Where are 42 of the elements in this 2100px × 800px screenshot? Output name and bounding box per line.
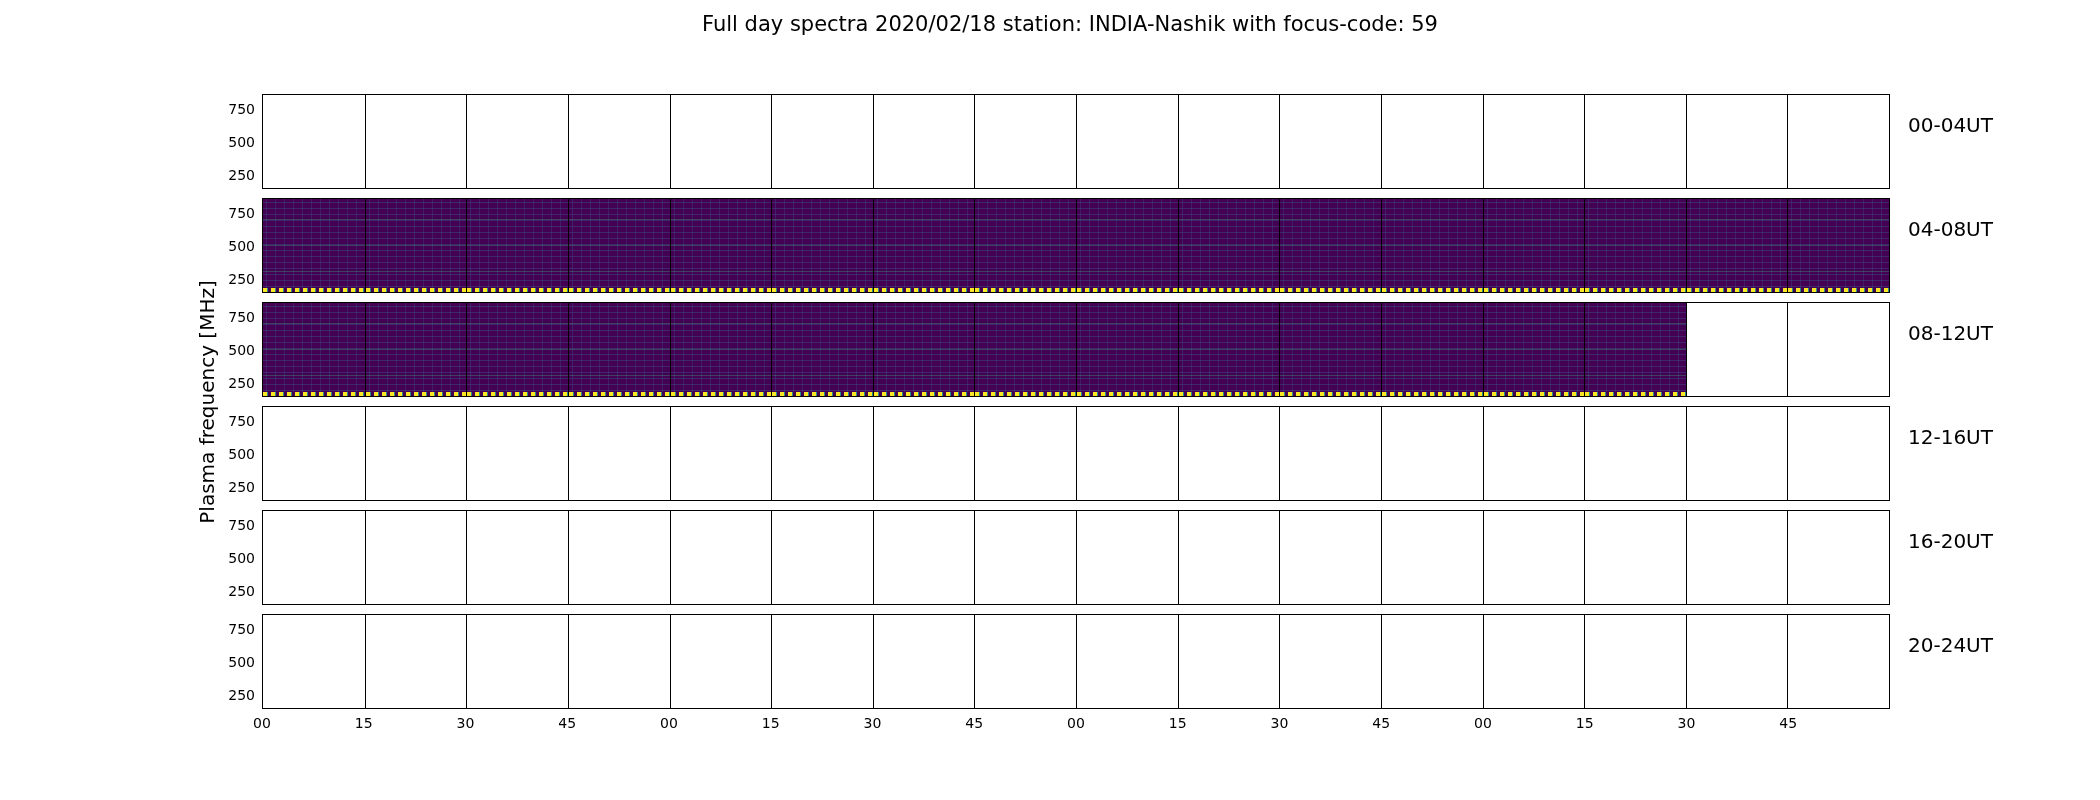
y-tick-label: 500 [228,238,256,255]
y-tick-label: 500 [228,550,256,567]
row-time-label: 00-04UT [1907,112,1993,139]
y-tick-label: 500 [228,342,256,359]
x-tick-label: 45 [558,715,577,732]
x-tick-label: 30 [456,715,475,732]
x-tick-label: 15 [354,715,373,732]
x-tick-label: 15 [1168,715,1187,732]
row-time-label: 20-24UT [1907,632,1993,659]
y-tick-label: 500 [228,134,256,151]
y-tick-label: 250 [228,479,256,496]
x-tick-label: 30 [1270,715,1289,732]
y-tick-label: 750 [228,309,256,326]
x-tick-label: 30 [1677,715,1696,732]
y-tick-label: 750 [228,517,256,534]
x-tick-label: 00 [1067,715,1085,732]
row-time-label: 04-08UT [1907,216,1993,243]
y-tick-label: 750 [228,413,256,430]
x-tick-label: 45 [1779,715,1798,732]
figure-title: Full day spectra 2020/02/18 station: INDIA-Nashik with focus-code: 59 [702,12,1438,36]
y-tick-label: 250 [228,167,256,184]
x-tick-label: 45 [965,715,984,732]
x-tick-label: 00 [253,715,271,732]
y-tick-label: 750 [228,101,256,118]
y-axis-label: Plasma frequency [MHz] [195,279,219,524]
y-tick-label: 750 [228,205,256,222]
x-tick-label: 00 [660,715,678,732]
y-tick-label: 250 [228,687,256,704]
y-tick-label: 500 [228,446,256,463]
row-time-label: 16-20UT [1907,528,1993,555]
row-time-label: 12-16UT [1907,424,1993,451]
x-tick-label: 15 [1575,715,1594,732]
y-tick-label: 250 [228,583,256,600]
row-time-label: 08-12UT [1907,320,1993,347]
y-tick-label: 750 [228,621,256,638]
x-tick-label: 00 [1474,715,1492,732]
x-tick-label: 15 [761,715,780,732]
y-tick-label: 500 [228,654,256,671]
x-tick-label: 30 [863,715,882,732]
y-tick-label: 250 [228,271,256,288]
x-tick-label: 45 [1372,715,1391,732]
y-tick-label: 250 [228,375,256,392]
